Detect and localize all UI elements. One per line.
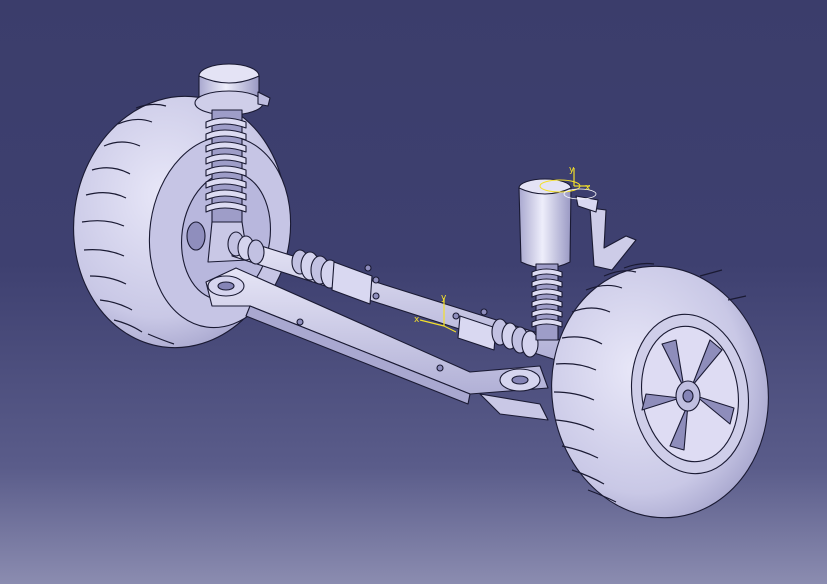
axis-y-label: y <box>569 165 575 175</box>
suspension-assembly-model[interactable]: y x y x <box>0 0 827 584</box>
axis-x-label: x <box>585 183 591 193</box>
right-spring-coils <box>531 263 563 341</box>
axis-center-y-label: y <box>441 293 447 303</box>
axis-center-x-label: x <box>414 315 420 325</box>
right-wheel[interactable] <box>536 252 785 532</box>
left-spring-coils <box>205 109 247 231</box>
right-tie-rod-bellows <box>457 315 539 358</box>
cad-3d-viewport[interactable]: y x y x <box>0 0 827 584</box>
